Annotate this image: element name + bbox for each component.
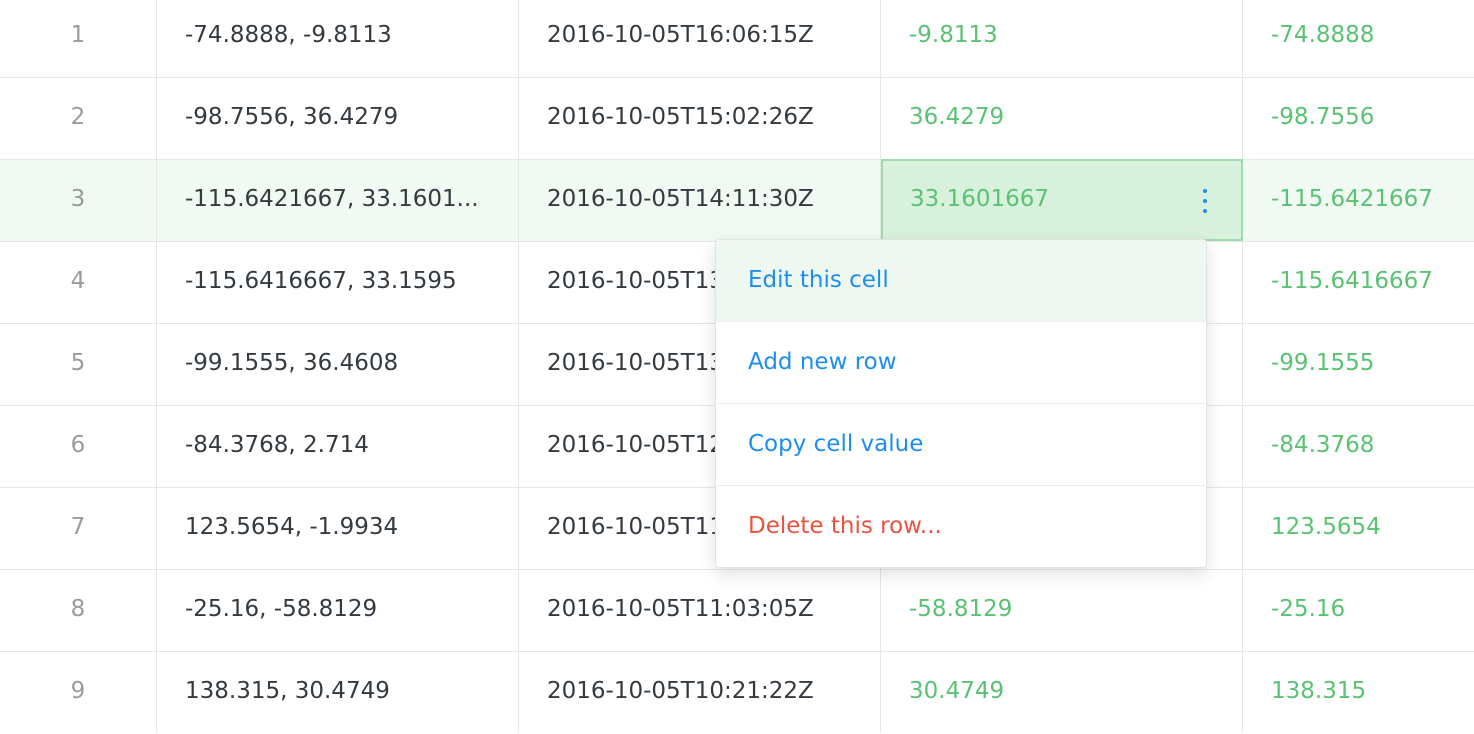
cell-longitude[interactable]: -115.6416667	[1243, 242, 1474, 323]
row-index: 7	[0, 488, 157, 569]
cell-latitude-active[interactable]: 33.1601667	[881, 159, 1243, 241]
copy-value-menu-item[interactable]: Copy cell value	[716, 404, 1206, 486]
cell-latitude[interactable]: -58.8129	[881, 570, 1243, 651]
table-row[interactable]: 1 -74.8888, -9.8113 2016-10-05T16:06:15Z…	[0, 0, 1474, 78]
cell-latitude[interactable]: -9.8113	[881, 0, 1243, 77]
cell-longitude[interactable]: 138.315	[1243, 652, 1474, 733]
cell-coordinates[interactable]: 138.315, 30.4749	[157, 652, 519, 733]
kebab-vertical-icon[interactable]	[1203, 189, 1207, 215]
cell-coordinates[interactable]: -115.6421667, 33.1601...	[157, 160, 519, 241]
cell-coordinates[interactable]: -98.7556, 36.4279	[157, 78, 519, 159]
row-index: 4	[0, 242, 157, 323]
row-index: 5	[0, 324, 157, 405]
cell-longitude[interactable]: -25.16	[1243, 570, 1474, 651]
table-row[interactable]: 2 -98.7556, 36.4279 2016-10-05T15:02:26Z…	[0, 78, 1474, 160]
cell-coordinates[interactable]: -74.8888, -9.8113	[157, 0, 519, 77]
cell-time[interactable]: 2016-10-05T16:06:15Z	[519, 0, 881, 77]
cell-coordinates[interactable]: 123.5654, -1.9934	[157, 488, 519, 569]
cell-coordinates[interactable]: -115.6416667, 33.1595	[157, 242, 519, 323]
cell-longitude[interactable]: -115.6421667	[1243, 160, 1474, 241]
cell-coordinates[interactable]: -25.16, -58.8129	[157, 570, 519, 651]
cell-coordinates[interactable]: -99.1555, 36.4608	[157, 324, 519, 405]
cell-longitude[interactable]: -98.7556	[1243, 78, 1474, 159]
cell-time[interactable]: 2016-10-05T11:03:05Z	[519, 570, 881, 651]
row-index: 3	[0, 160, 157, 241]
cell-longitude[interactable]: -84.3768	[1243, 406, 1474, 487]
row-index: 1	[0, 0, 157, 77]
row-index: 9	[0, 652, 157, 733]
cell-longitude[interactable]: -74.8888	[1243, 0, 1474, 77]
add-row-menu-item[interactable]: Add new row	[716, 322, 1206, 404]
cell-time[interactable]: 2016-10-05T15:02:26Z	[519, 78, 881, 159]
table-row[interactable]: 9 138.315, 30.4749 2016-10-05T10:21:22Z …	[0, 652, 1474, 734]
row-index: 8	[0, 570, 157, 651]
delete-row-menu-item[interactable]: Delete this row...	[716, 486, 1206, 567]
cell-longitude[interactable]: 123.5654	[1243, 488, 1474, 569]
cell-time[interactable]: 2016-10-05T10:21:22Z	[519, 652, 881, 733]
cell-coordinates[interactable]: -84.3768, 2.714	[157, 406, 519, 487]
row-index: 6	[0, 406, 157, 487]
cell-time[interactable]: 2016-10-05T14:11:30Z	[519, 160, 881, 241]
cell-context-menu: Edit this cell Add new row Copy cell val…	[715, 239, 1207, 568]
cell-latitude[interactable]: 36.4279	[881, 78, 1243, 159]
cell-longitude[interactable]: -99.1555	[1243, 324, 1474, 405]
row-index: 2	[0, 78, 157, 159]
cell-latitude[interactable]: 30.4749	[881, 652, 1243, 733]
table-row[interactable]: 8 -25.16, -58.8129 2016-10-05T11:03:05Z …	[0, 570, 1474, 652]
edit-cell-menu-item[interactable]: Edit this cell	[716, 240, 1206, 322]
cell-value: 33.1601667	[910, 186, 1050, 212]
table-row-selected[interactable]: 3 -115.6421667, 33.1601... 2016-10-05T14…	[0, 159, 1474, 242]
